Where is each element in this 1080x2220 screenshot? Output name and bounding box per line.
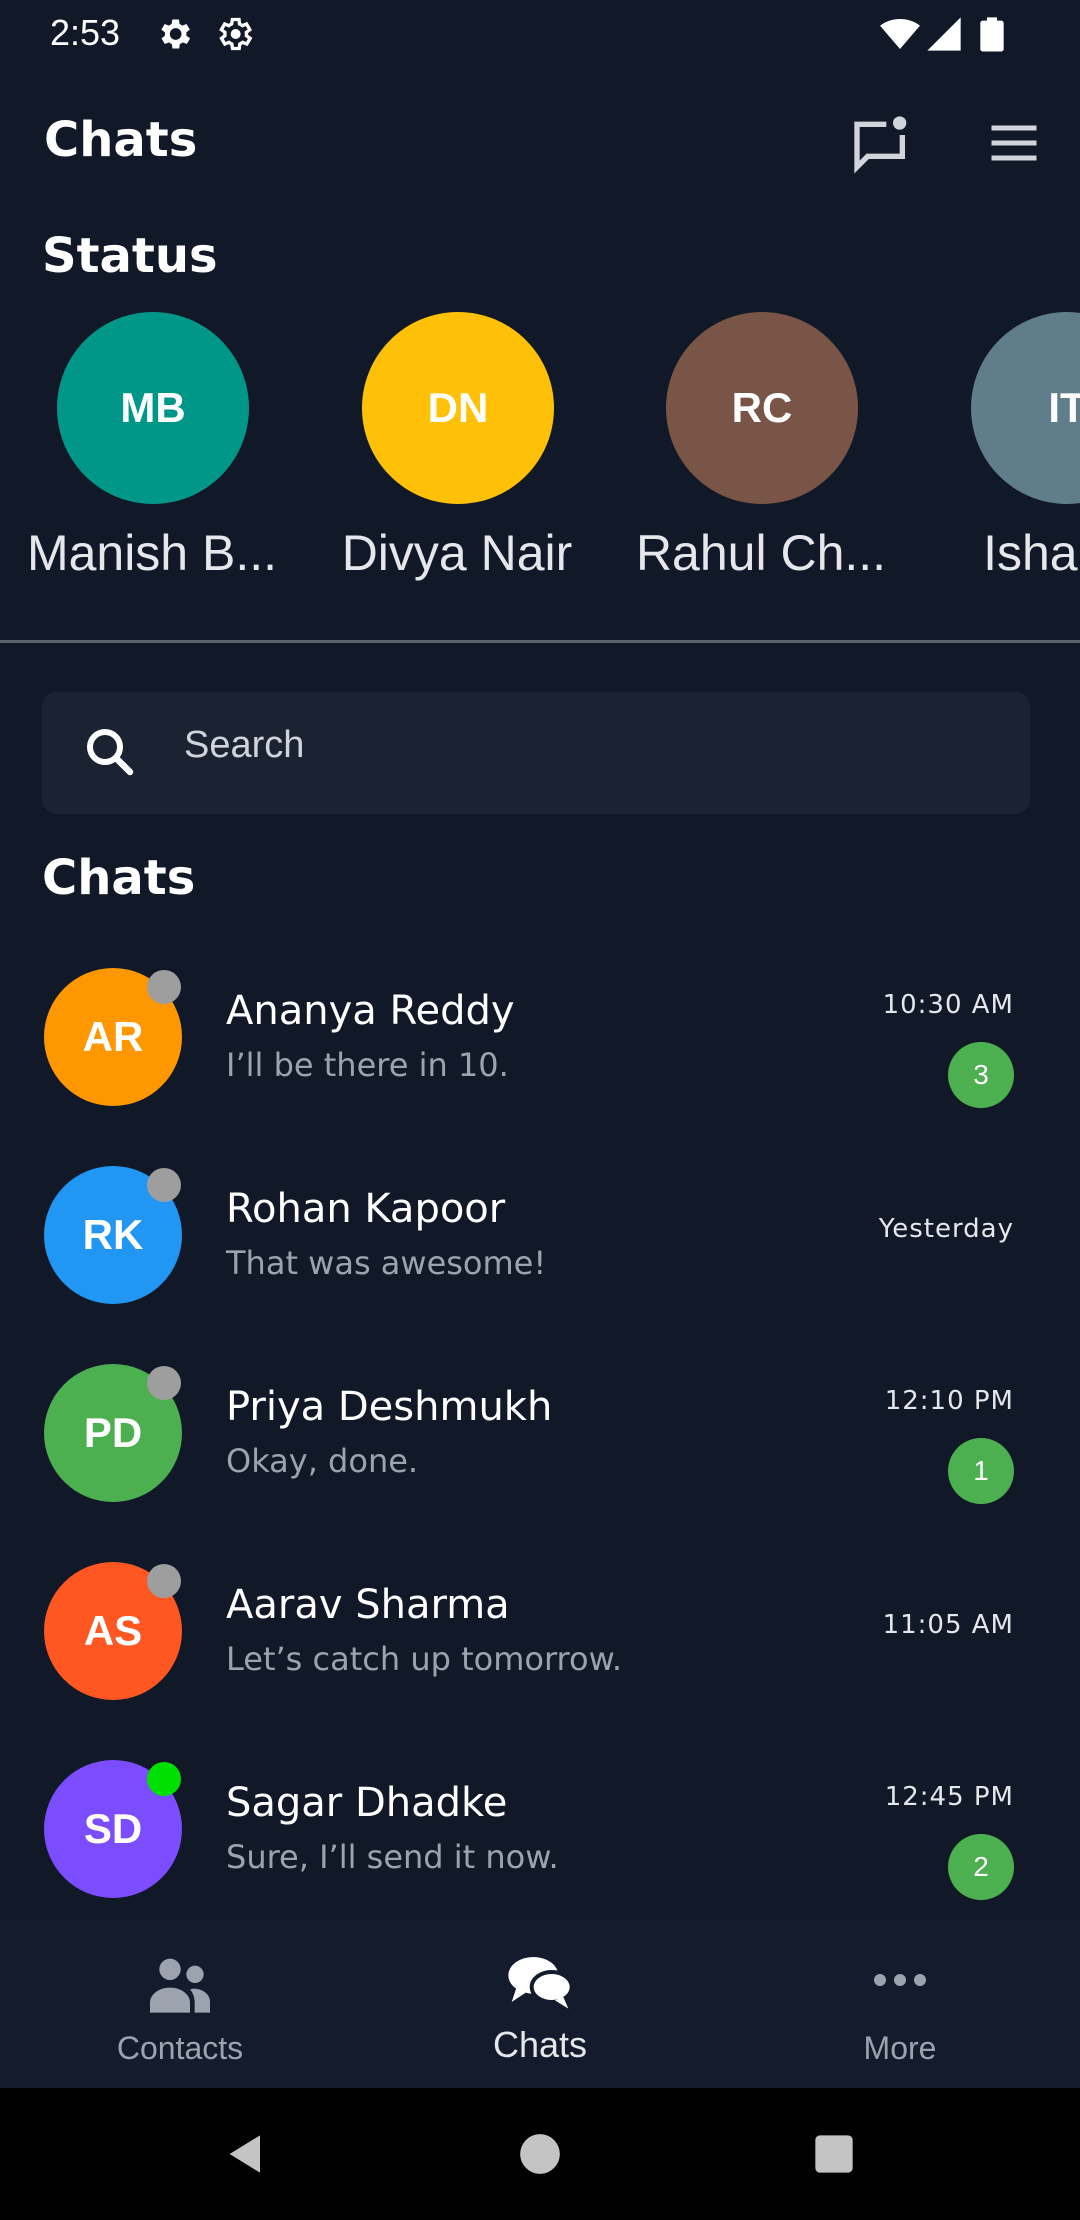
bottom-nav: Contacts Chats More	[0, 1920, 1080, 2088]
chat-name: Rohan Kapoor	[226, 1186, 506, 1232]
home-icon[interactable]	[512, 2126, 568, 2182]
more-dots-icon	[874, 1974, 926, 1986]
nav-label: More	[863, 2030, 937, 2066]
unread-badge: 3	[948, 1042, 1014, 1108]
chat-row[interactable]: AS Aarav Sharma Let’s catch up tomorrow.…	[0, 1532, 1080, 1730]
recents-icon[interactable]	[806, 2126, 862, 2182]
chat-row[interactable]: RK Rohan Kapoor That was awesome! Yester…	[0, 1136, 1080, 1334]
chats-section-title: Chats	[42, 850, 196, 906]
chat-bubbles-icon	[508, 1957, 574, 2009]
system-nav-bar	[0, 2088, 1080, 2220]
wifi-icon	[880, 19, 920, 49]
signal-icon	[927, 17, 961, 51]
chat-row[interactable]: AR Ananya Reddy I’ll be there in 10. 10:…	[0, 938, 1080, 1136]
gear-icon	[219, 17, 253, 51]
chat-time: 11:05 AM	[882, 1610, 1014, 1640]
nav-more[interactable]: More	[720, 1920, 1080, 2088]
settings-icon	[161, 19, 191, 49]
status-section-title: Status	[42, 228, 218, 284]
chat-name: Ananya Reddy	[226, 988, 515, 1034]
search-placeholder: Search	[184, 724, 305, 766]
status-item-clip: IT Isha Th	[916, 312, 1080, 602]
unread-badge: 2	[948, 1834, 1014, 1900]
nav-contacts[interactable]: Contacts	[0, 1920, 360, 2088]
chat-name: Sagar Dhadke	[226, 1780, 508, 1826]
menu-icon	[991, 125, 1037, 161]
presence-dot	[147, 1564, 181, 1598]
chat-preview: Let’s catch up tomorrow.	[226, 1640, 622, 1678]
status-item[interactable]: RC Rahul Ch...	[611, 312, 911, 602]
status-name: Manish B...	[26, 525, 278, 581]
nav-label: Contacts	[116, 2030, 244, 2066]
status-item[interactable]: DN Divya Nair	[307, 312, 607, 602]
chat-time: 12:10 PM	[884, 1386, 1014, 1416]
new-chat-button[interactable]	[841, 103, 921, 183]
nav-label: Chats	[492, 2024, 588, 2065]
chat-preview: I’ll be there in 10.	[226, 1046, 509, 1084]
status-name: Divya Nair	[341, 525, 573, 581]
menu-button[interactable]	[974, 103, 1054, 183]
chat-row[interactable]: PD Priya Deshmukh Okay, done. 12:10 PM 1	[0, 1334, 1080, 1532]
search-input[interactable]: Search	[42, 692, 1030, 814]
avatar: IT	[971, 312, 1080, 504]
presence-dot	[147, 1366, 181, 1400]
status-name: Isha Th	[983, 525, 1080, 581]
avatar: DN	[362, 312, 554, 504]
chat-name: Aarav Sharma	[226, 1582, 510, 1628]
chat-time: 12:45 PM	[884, 1782, 1014, 1812]
status-name: Rahul Ch...	[635, 525, 887, 581]
chat-time: 10:30 AM	[882, 990, 1014, 1020]
page-title: Chats	[44, 112, 198, 168]
chat-row[interactable]: SD Sagar Dhadke Sure, I’ll send it now. …	[0, 1730, 1080, 1928]
status-bar: 2:53	[0, 0, 1080, 66]
new-chat-icon	[854, 116, 907, 174]
chat-preview: Okay, done.	[226, 1442, 419, 1480]
battery-icon	[980, 17, 1004, 52]
chat-name: Priya Deshmukh	[226, 1384, 553, 1430]
chat-preview: Sure, I’ll send it now.	[226, 1838, 559, 1876]
status-time: 2:53	[50, 12, 121, 53]
presence-dot	[147, 1168, 181, 1202]
back-icon[interactable]	[218, 2126, 274, 2182]
status-item[interactable]: MB Manish B...	[2, 312, 302, 602]
chat-preview: That was awesome!	[226, 1244, 547, 1282]
unread-badge: 1	[948, 1438, 1014, 1504]
search-icon	[87, 729, 134, 776]
status-item[interactable]: IT Isha Th	[916, 312, 1080, 602]
contacts-icon	[150, 1958, 210, 2013]
nav-chats[interactable]: Chats	[360, 1920, 720, 2088]
avatar: RC	[666, 312, 858, 504]
presence-dot	[147, 1762, 181, 1796]
presence-dot	[147, 970, 181, 1004]
avatar: MB	[57, 312, 249, 504]
divider	[0, 640, 1080, 643]
chat-time: Yesterday	[878, 1214, 1014, 1244]
